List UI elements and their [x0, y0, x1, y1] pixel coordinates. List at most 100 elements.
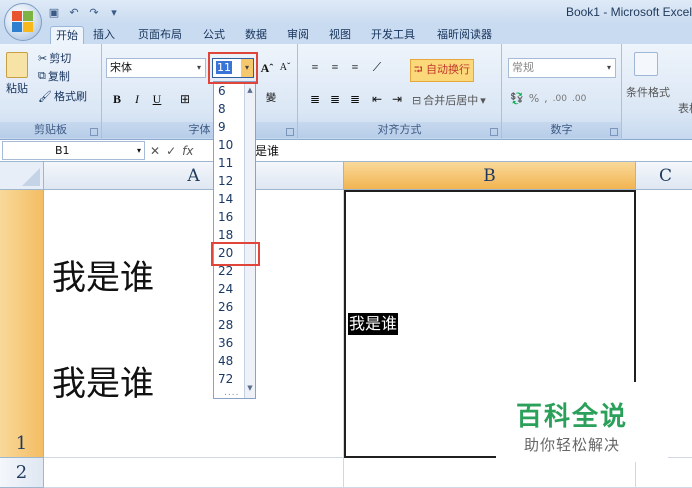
column-header-b[interactable]: B: [344, 162, 636, 190]
cancel-icon[interactable]: ✕: [150, 144, 160, 158]
decrease-indent-icon[interactable]: ⇤: [368, 90, 386, 108]
scroll-down-icon[interactable]: ▼: [245, 382, 255, 394]
chevron-down-icon[interactable]: ▾: [193, 59, 205, 77]
number-format-buttons: 💱 % , .00 .00: [510, 92, 586, 105]
save-icon[interactable]: ▣: [46, 4, 62, 20]
tab-foxit-reader[interactable]: 福昕阅读器: [432, 26, 497, 44]
font-size-option[interactable]: 6: [216, 82, 246, 100]
borders-icon[interactable]: ⊞: [176, 90, 194, 108]
insert-function-button[interactable]: fx: [182, 144, 193, 158]
alignment-launcher-icon[interactable]: [490, 128, 498, 136]
scissors-icon: ✂: [38, 51, 48, 65]
align-top-icon[interactable]: ≡: [306, 58, 324, 76]
tab-view[interactable]: 视图: [324, 26, 356, 44]
align-bottom-icon[interactable]: ≡: [346, 58, 364, 76]
merge-center-label: 合并后居中: [423, 94, 479, 107]
enter-icon[interactable]: ✓: [166, 144, 176, 158]
font-size-option[interactable]: 26: [216, 298, 246, 316]
font-size-option[interactable]: 24: [216, 280, 246, 298]
number-format-combo[interactable]: 常规 ▾: [508, 58, 616, 78]
row-header-1[interactable]: 1: [0, 190, 44, 458]
resize-grip-icon[interactable]: ....: [224, 388, 239, 398]
font-size-option[interactable]: 36: [216, 334, 246, 352]
percent-button[interactable]: %: [529, 92, 539, 105]
wrap-text-button[interactable]: ⮒ 自动换行: [410, 59, 474, 82]
format-as-table-button[interactable]: 表格: [678, 100, 692, 116]
cell-a2[interactable]: [44, 458, 344, 488]
select-all-button[interactable]: [0, 162, 44, 190]
font-size-option[interactable]: 28: [216, 316, 246, 334]
phonetic-icon[interactable]: 變: [262, 90, 280, 108]
font-size-option[interactable]: 8: [216, 100, 246, 118]
tab-insert[interactable]: 插入: [88, 26, 120, 44]
bold-button[interactable]: B: [108, 90, 126, 108]
number-launcher-icon[interactable]: [610, 128, 618, 136]
increase-decimal-button[interactable]: .00: [553, 94, 567, 104]
undo-icon[interactable]: ↶: [66, 4, 82, 20]
cut-label: 剪切: [49, 52, 72, 65]
clipboard-launcher-icon[interactable]: [90, 128, 98, 136]
name-box-value: B1: [55, 144, 70, 157]
cell-b2[interactable]: [344, 458, 636, 488]
office-logo-icon: [12, 11, 34, 33]
tab-data[interactable]: 数据: [240, 26, 272, 44]
comma-button[interactable]: ,: [544, 92, 548, 105]
tab-page-layout[interactable]: 页面布局: [133, 26, 187, 44]
column-header-a[interactable]: A: [44, 162, 344, 190]
font-size-option[interactable]: 11: [216, 154, 246, 172]
align-center-icon[interactable]: ≣: [326, 90, 344, 108]
align-middle-icon[interactable]: ≡: [326, 58, 344, 76]
cell-c2[interactable]: [636, 458, 692, 488]
column-header-c[interactable]: C: [636, 162, 692, 190]
font-size-option[interactable]: 72: [216, 370, 246, 388]
alignment-group-label: 对齐方式: [298, 122, 501, 138]
cell-a1[interactable]: [44, 190, 344, 458]
cell-a1-line-2: 我是谁: [52, 364, 154, 404]
font-size-option[interactable]: 14: [216, 190, 246, 208]
grow-font-button[interactable]: Aˆ: [258, 59, 276, 77]
copy-button[interactable]: ⧉ 复制: [38, 68, 70, 84]
decrease-decimal-button[interactable]: .00: [572, 94, 586, 104]
name-box[interactable]: B1 ▾: [2, 141, 145, 160]
chevron-down-icon[interactable]: ▾: [603, 59, 615, 77]
cut-button[interactable]: ✂ 剪切: [38, 50, 71, 66]
merge-center-button[interactable]: ⊟ 合并后居中 ▾: [412, 92, 486, 108]
font-size-option[interactable]: 16: [216, 208, 246, 226]
conditional-format-button[interactable]: 条件格式: [626, 84, 670, 100]
font-size-option[interactable]: 9: [216, 118, 246, 136]
font-size-option[interactable]: 12: [216, 172, 246, 190]
currency-icon[interactable]: 💱: [510, 92, 524, 105]
orientation-icon[interactable]: ⟋: [368, 58, 386, 76]
increase-indent-icon[interactable]: ⇥: [388, 90, 406, 108]
font-launcher-icon[interactable]: [286, 128, 294, 136]
tab-developer[interactable]: 开发工具: [366, 26, 420, 44]
paste-button[interactable]: 粘贴: [6, 52, 28, 96]
title-bar: ▣ ↶ ↷ ▾ Book1 - Microsoft Excel: [0, 0, 692, 24]
dropdown-scrollbar[interactable]: ▲ ▼: [244, 82, 255, 398]
italic-button[interactable]: I: [128, 90, 146, 108]
font-size-option[interactable]: 48: [216, 352, 246, 370]
formula-input[interactable]: 是谁: [255, 142, 279, 159]
align-left-icon[interactable]: ≣: [306, 90, 324, 108]
underline-button[interactable]: U: [148, 90, 166, 108]
ribbon-tabs: 开始 插入 页面布局 公式 数据 审阅 视图 开发工具 福昕阅读器: [0, 24, 692, 44]
copy-icon: ⧉: [38, 69, 46, 82]
shrink-font-button[interactable]: Aˇ: [276, 59, 294, 77]
grow-font-label: A: [260, 61, 270, 75]
chevron-down-icon[interactable]: ▾: [137, 142, 141, 159]
align-right-icon[interactable]: ≣: [346, 90, 364, 108]
tab-review[interactable]: 审阅: [282, 26, 314, 44]
format-painter-button[interactable]: 🖌 格式刷: [38, 88, 87, 104]
redo-icon[interactable]: ↷: [86, 4, 102, 20]
font-size-option[interactable]: 10: [216, 136, 246, 154]
alignment-group: ≡ ≡ ≡ ⟋ ⮒ 自动换行 ≣ ≣ ≣ ⇤ ⇥ ⊟ 合并后居中 ▾ 对齐方式: [298, 44, 502, 140]
tab-home[interactable]: 开始: [50, 26, 84, 44]
office-button[interactable]: [4, 3, 42, 41]
conditional-format-icon[interactable]: [634, 52, 658, 76]
customize-qat-icon[interactable]: ▾: [106, 4, 122, 20]
row-header-2[interactable]: 2: [0, 458, 44, 488]
tab-formulas[interactable]: 公式: [198, 26, 230, 44]
scroll-up-icon[interactable]: ▲: [245, 84, 255, 96]
wrap-text-icon: ⮒: [414, 63, 426, 76]
font-name-combo[interactable]: 宋体 ▾: [106, 58, 206, 78]
